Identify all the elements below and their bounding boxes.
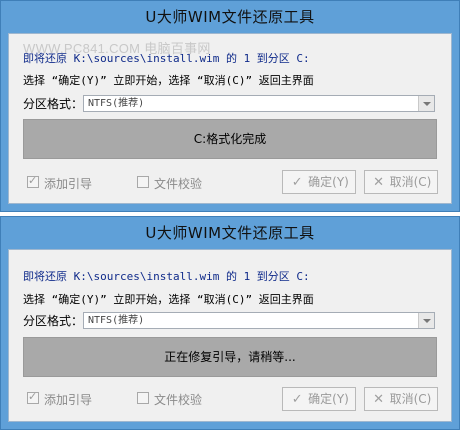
cancel-button-label: 取消(C) <box>389 392 432 406</box>
file-verify-label: 文件校验 <box>154 177 203 191</box>
partition-format-select[interactable]: NTFS(推荐) <box>83 312 435 329</box>
dialog-client-area: WWW.PC841.COM 电脑百事网 即将还原 K:\sources\inst… <box>8 33 452 204</box>
cancel-button-label: 取消(C) <box>389 175 432 189</box>
dialog-client-area: 即将还原 K:\sources\install.wim 的 1 到分区 C: 选… <box>8 249 452 422</box>
checkbox-check-icon <box>27 390 39 404</box>
restore-prompt-line: 选择 “确定(Y)” 立即开始，选择 “取消(C)” 返回主界面 <box>23 293 314 306</box>
status-panel: C:格式化完成 <box>23 119 437 159</box>
restore-prompt-line: 选择 “确定(Y)” 立即开始，选择 “取消(C)” 返回主界面 <box>23 74 314 87</box>
cancel-button[interactable]: ✕ 取消(C) <box>364 170 438 194</box>
partition-format-value: NTFS(推荐) <box>88 98 145 109</box>
status-panel: 正在修复引导，请稍等... <box>23 337 437 377</box>
x-icon: ✕ <box>373 392 385 407</box>
checkbox-check-icon <box>27 174 39 188</box>
restore-info-line: 即将还原 K:\sources\install.wim 的 1 到分区 C: <box>23 270 310 283</box>
partition-format-label: 分区格式： <box>23 314 84 328</box>
partition-format-select[interactable]: NTFS(推荐) <box>83 95 435 112</box>
ok-button-label: 确定(Y) <box>308 175 349 189</box>
partition-format-label: 分区格式： <box>23 97 84 111</box>
x-icon: ✕ <box>373 175 385 190</box>
cancel-button[interactable]: ✕ 取消(C) <box>364 387 438 411</box>
ok-button[interactable]: ✓ 确定(Y) <box>282 170 356 194</box>
checkbox-icon <box>137 392 149 404</box>
check-icon: ✓ <box>291 175 303 190</box>
partition-format-value: NTFS(推荐) <box>88 315 145 326</box>
add-boot-label: 添加引导 <box>44 177 93 191</box>
add-boot-label: 添加引导 <box>44 393 93 407</box>
checkbox-icon <box>137 176 149 188</box>
ok-button[interactable]: ✓ 确定(Y) <box>282 387 356 411</box>
chevron-down-icon[interactable] <box>418 313 434 328</box>
dialog-title: U大师WIM文件还原工具 <box>145 224 315 242</box>
ok-button-label: 确定(Y) <box>308 392 349 406</box>
wim-restore-dialog-2: U大师WIM文件还原工具 即将还原 K:\sources\install.wim… <box>0 216 460 430</box>
restore-info-line: 即将还原 K:\sources\install.wim 的 1 到分区 C: <box>23 52 310 65</box>
file-verify-label: 文件校验 <box>154 393 203 407</box>
chevron-down-icon[interactable] <box>418 96 434 111</box>
check-icon: ✓ <box>291 392 303 407</box>
wim-restore-dialog-1: U大师WIM文件还原工具 WWW.PC841.COM 电脑百事网 即将还原 K:… <box>0 0 460 212</box>
dialog-title: U大师WIM文件还原工具 <box>145 8 315 26</box>
